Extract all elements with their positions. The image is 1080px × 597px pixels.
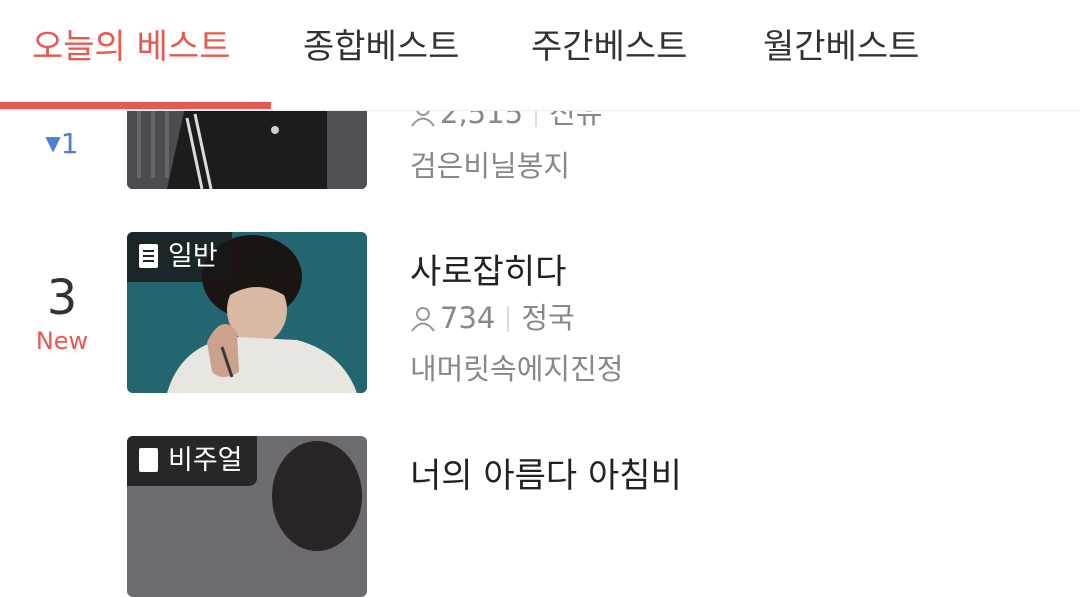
- category-badge: 일반: [127, 232, 232, 282]
- best-tabs: 오늘의 베스트 종합베스트 주간베스트 월간베스트: [0, 0, 1080, 111]
- uploader-name: 내머릿속에지진정: [410, 352, 624, 386]
- rank-number: 3: [46, 270, 78, 326]
- rank-column: ▼1: [0, 126, 124, 161]
- list-item[interactable]: 3 New 일반 사로잡히다 734 정국 내머릿속에지진정: [0, 232, 1080, 393]
- uploader-name: 검은비닐봉지: [410, 149, 571, 183]
- item-title[interactable]: 너의 아름다 아침비: [410, 448, 682, 497]
- item-meta: 734 정국: [410, 298, 575, 338]
- item-title[interactable]: 사로잡히다: [410, 244, 566, 293]
- user-icon: [411, 307, 435, 332]
- view-count: 734: [440, 301, 496, 335]
- active-tab-indicator: [0, 102, 271, 109]
- meta-divider: [507, 306, 510, 332]
- rank-change: ▼1: [45, 127, 79, 160]
- tab-monthly-best[interactable]: 월간베스트: [763, 22, 919, 72]
- rank-status-badge: New: [35, 327, 89, 355]
- triangle-down-icon: ▼: [45, 131, 61, 155]
- thumbnail[interactable]: 일반: [127, 232, 367, 393]
- tab-today-best[interactable]: 오늘의 베스트: [32, 22, 231, 72]
- image-icon: [139, 448, 158, 472]
- artist-name: 정국: [521, 301, 575, 335]
- tab-weekly-best[interactable]: 주간베스트: [531, 22, 687, 72]
- document-icon: [139, 244, 158, 268]
- rank-column: 3 New: [0, 270, 124, 356]
- tab-overall-best[interactable]: 종합베스트: [303, 22, 459, 72]
- list-item[interactable]: 비주얼 너의 아름다 아침비: [0, 436, 1080, 597]
- thumbnail[interactable]: 비주얼: [127, 436, 367, 597]
- category-badge: 비주얼: [127, 436, 257, 486]
